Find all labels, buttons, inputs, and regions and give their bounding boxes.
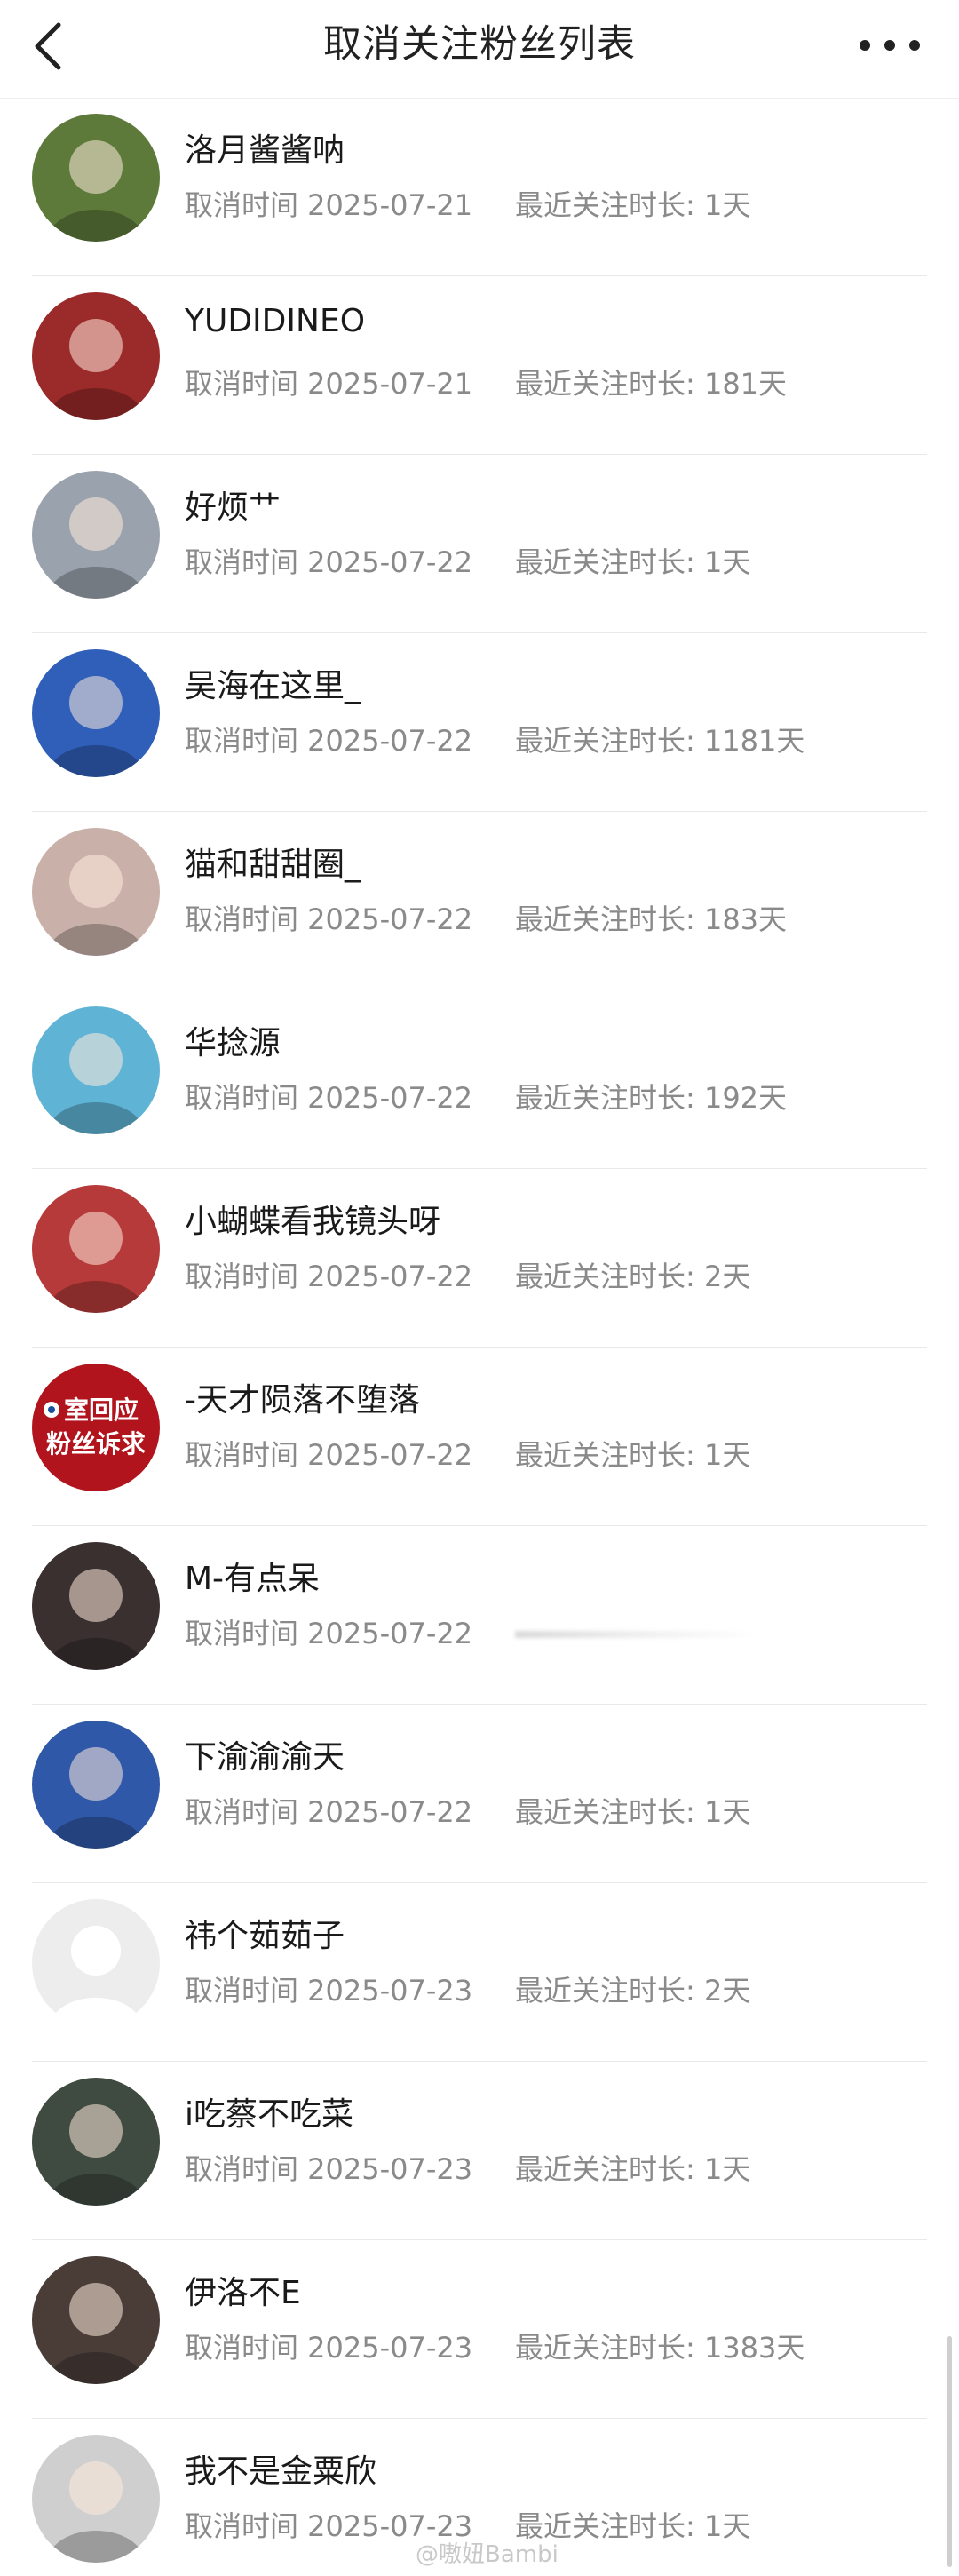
avatar[interactable] [32,828,160,956]
list-item[interactable]: 室回应粉丝诉求 -天才陨落不堕落取消时间 2025-07-22 最近关注时长: 1天 [0,1348,959,1526]
avatar[interactable]: 室回应粉丝诉求 [32,1364,160,1491]
avatar-photo [32,828,160,956]
unfollow-list: 洛月酱酱呐取消时间 2025-07-21 最近关注时长: 1天 YUDIDINEO 取… [0,98,959,2576]
user-name[interactable]: i吃蔡不吃菜 [185,2088,353,2135]
user-name[interactable]: M-有点呆 [185,1553,320,1599]
user-name[interactable]: 小蝴蝶看我镜头呀 [185,1196,440,1242]
user-name[interactable]: 伊洛不E [185,2267,301,2313]
list-item[interactable]: 小蝴蝶看我镜头呀取消时间 2025-07-22 最近关注时长: 2天 [0,1169,959,1348]
list-item[interactable]: M-有点呆取消时间 2025-07-22 [0,1526,959,1705]
cancel-time: 取消时间 2025-07-23 [185,2331,473,2365]
cancel-time: 取消时间 2025-07-22 [185,1617,473,1650]
follow-duration: 最近关注时长: 192天 [515,1081,788,1115]
cancel-time: 取消时间 2025-07-23 [185,2152,473,2186]
page-title: 取消关注粉丝列表 [323,22,636,67]
follow-duration: 最近关注时长: 2天 [515,1974,751,2008]
avatar-photo [32,471,160,599]
follow-duration-obscured [515,1631,755,1638]
cancel-time: 取消时间 2025-07-22 [185,1438,473,1472]
avatar[interactable] [32,649,160,777]
watermark: @嗷妞Bambi [416,2541,559,2568]
avatar-photo [32,1721,160,1849]
avatar[interactable] [32,2078,160,2206]
follow-duration: 最近关注时长: 183天 [515,902,788,936]
user-name[interactable]: 吴海在这里_ [185,660,361,706]
page: 取消关注粉丝列表 洛月酱酱呐取消时间 2025-07-21 最近关注时长: 1天 Y… [0,0,959,2576]
follow-duration: 最近关注时长: 1181天 [515,724,805,758]
cancel-time: 取消时间 2025-07-22 [185,902,473,936]
follow-duration: 最近关注时长: 1天 [515,1795,751,1829]
list-item[interactable]: 吴海在这里_ 取消时间 2025-07-22 最近关注时长: 1181天 [0,633,959,812]
list-item[interactable]: YUDIDINEO 取消时间 2025-07-21 最近关注时长: 181天 [0,276,959,455]
cancel-time: 取消时间 2025-07-22 [185,1260,473,1293]
avatar-text-line2: 粉丝诉求 [46,1429,146,1459]
avatar[interactable] [32,292,160,420]
cancel-time: 取消时间 2025-07-22 [185,1081,473,1115]
user-name[interactable]: 下渝渝渝天 [185,1731,345,1777]
cancel-time: 取消时间 2025-07-21 [185,367,473,401]
user-name[interactable]: -天才陨落不堕落 [185,1374,420,1420]
user-name[interactable]: 我不是金粟欣 [185,2445,376,2492]
cancel-time: 取消时间 2025-07-23 [185,1974,473,2008]
follow-duration: 最近关注时长: 1383天 [515,2331,805,2365]
follow-duration: 最近关注时长: 181天 [515,367,788,401]
follow-duration: 最近关注时长: 1天 [515,1438,751,1472]
avatar[interactable] [32,2435,160,2563]
follow-duration: 最近关注时长: 2天 [515,1260,751,1293]
avatar-text-badge: 室回应粉丝诉求 [32,1364,160,1491]
follow-duration: 最近关注时长: 1天 [515,188,751,222]
avatar-photo [32,2078,160,2206]
avatar[interactable] [32,471,160,599]
user-name[interactable]: 洛月酱酱呐 [185,124,345,171]
cancel-time: 取消时间 2025-07-22 [185,545,473,579]
list-item[interactable]: 洛月酱酱呐取消时间 2025-07-21 最近关注时长: 1天 [0,98,959,276]
avatar-photo [32,2435,160,2563]
user-name[interactable]: 猫和甜甜圈_ [185,839,361,885]
scrollbar[interactable] [947,2336,952,2567]
avatar[interactable] [32,1006,160,1134]
avatar[interactable] [32,1542,160,1670]
cancel-time: 取消时间 2025-07-21 [185,188,473,222]
default-avatar-icon [32,1899,160,2027]
cancel-time: 取消时间 2025-07-22 [185,724,473,758]
avatar-photo [32,292,160,420]
follow-duration: 最近关注时长: 1天 [515,2152,751,2186]
avatar-photo [32,1006,160,1134]
avatar[interactable] [32,114,160,242]
user-name[interactable]: 祎个茹茹子 [185,1910,345,1956]
follow-duration: 最近关注时长: 1天 [515,545,751,579]
list-item[interactable]: 伊洛不E 取消时间 2025-07-23 最近关注时长: 1383天 [0,2240,959,2419]
list-item[interactable]: 祎个茹茹子取消时间 2025-07-23 最近关注时长: 2天 [0,1883,959,2062]
nav-bar: 取消关注粉丝列表 [0,0,959,99]
list-item[interactable]: 下渝渝渝天取消时间 2025-07-22 最近关注时长: 1天 [0,1705,959,1883]
cancel-time: 取消时间 2025-07-22 [185,1795,473,1829]
user-name[interactable]: 好烦艹 [185,481,281,528]
list-item[interactable]: i吃蔡不吃菜取消时间 2025-07-23 最近关注时长: 1天 [0,2062,959,2240]
avatar-photo [32,649,160,777]
list-item[interactable]: 好烦艹取消时间 2025-07-22 最近关注时长: 1天 [0,455,959,633]
avatar-photo [32,114,160,242]
list-item[interactable]: 华捻源取消时间 2025-07-22 最近关注时长: 192天 [0,990,959,1169]
more-options-icon[interactable] [856,32,923,59]
user-name[interactable]: YUDIDINEO [185,303,365,339]
avatar-photo [32,2256,160,2384]
avatar[interactable] [32,1899,160,2027]
avatar-photo [32,1185,160,1313]
avatar-text-line1: 室回应 [64,1395,139,1425]
list-item[interactable]: 猫和甜甜圈_ 取消时间 2025-07-22 最近关注时长: 183天 [0,812,959,990]
avatar[interactable] [32,2256,160,2384]
avatar[interactable] [32,1721,160,1849]
user-name[interactable]: 华捻源 [185,1017,281,1063]
avatar[interactable] [32,1185,160,1313]
avatar-photo [32,1542,160,1670]
